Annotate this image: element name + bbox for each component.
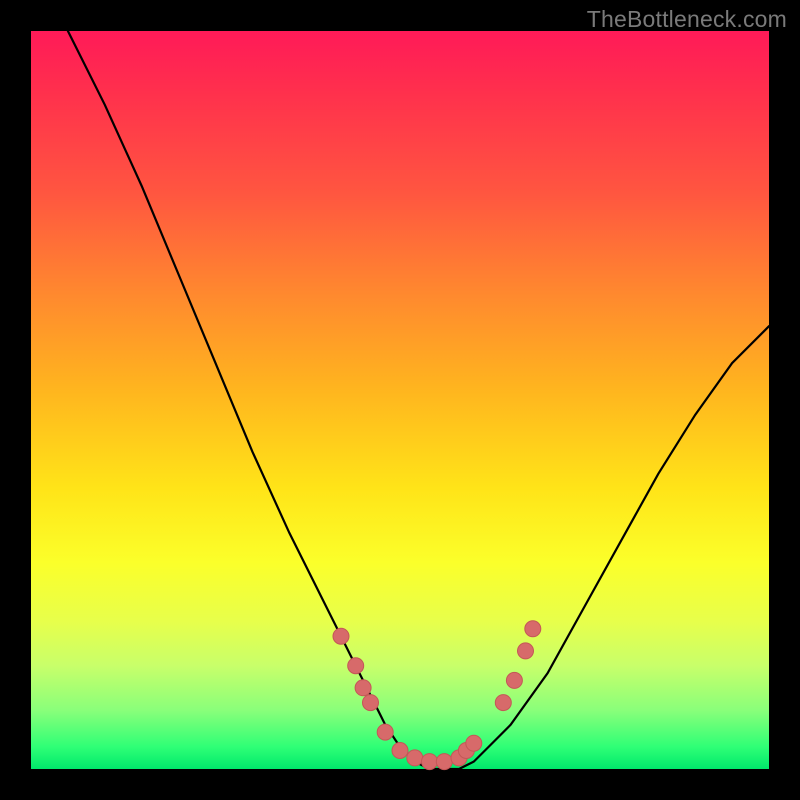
data-marker xyxy=(506,672,522,688)
data-marker xyxy=(436,754,452,770)
data-marker xyxy=(466,735,482,751)
data-marker xyxy=(392,743,408,759)
data-marker xyxy=(525,621,541,637)
data-markers xyxy=(333,621,541,770)
plot-area xyxy=(31,31,769,769)
data-marker xyxy=(518,643,534,659)
data-marker xyxy=(333,628,349,644)
watermark-text: TheBottleneck.com xyxy=(587,6,787,33)
chart-svg xyxy=(31,31,769,769)
data-marker xyxy=(407,750,423,766)
chart-frame: TheBottleneck.com xyxy=(0,0,800,800)
bottleneck-curve xyxy=(68,31,769,769)
data-marker xyxy=(495,695,511,711)
data-marker xyxy=(348,658,364,674)
data-marker xyxy=(422,754,438,770)
data-marker xyxy=(377,724,393,740)
data-marker xyxy=(355,680,371,696)
data-marker xyxy=(363,695,379,711)
